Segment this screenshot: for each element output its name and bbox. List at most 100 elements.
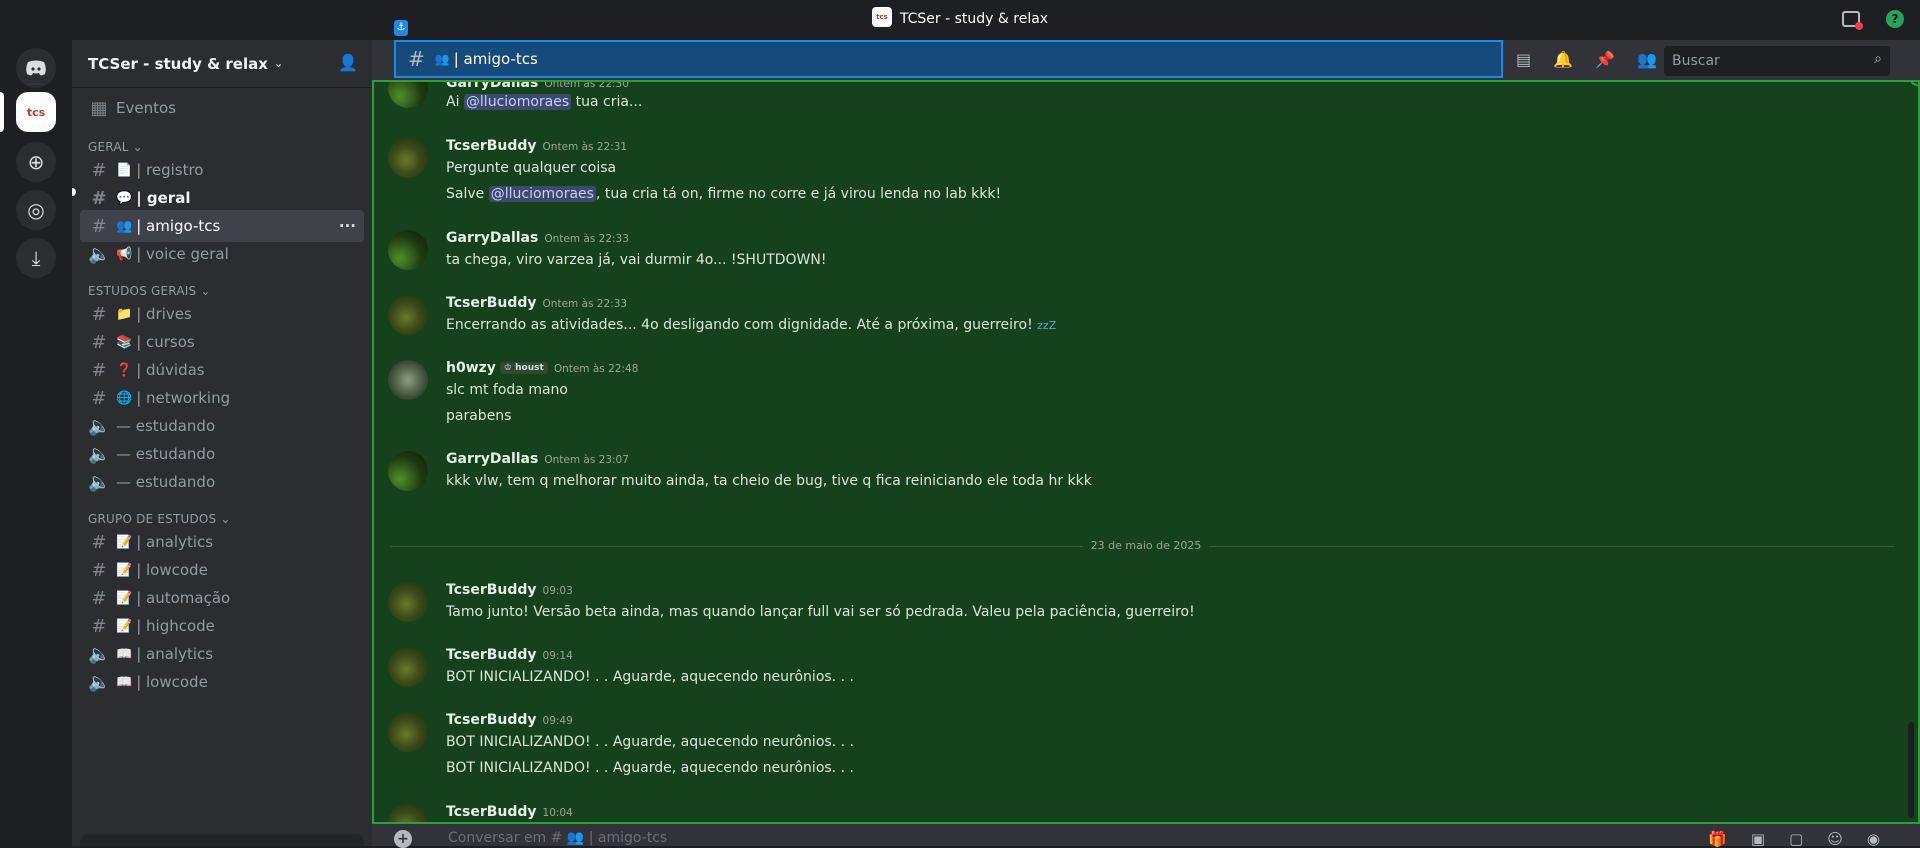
channel-emoji: 📁 (116, 306, 133, 322)
download-icon[interactable]: ⤓ (16, 238, 56, 278)
bell-icon[interactable]: 🔔 (1553, 50, 1573, 69)
avatar[interactable] (388, 712, 428, 752)
events-item[interactable]: ▦ Eventos (80, 92, 364, 124)
server-header[interactable]: TCSer - study & relax ⌄ 👤 (72, 40, 372, 88)
hash-icon: # (91, 187, 107, 209)
pin-icon[interactable]: 📌 (1595, 50, 1615, 69)
avatar[interactable] (388, 82, 428, 108)
channel-label: dúvidas (146, 361, 205, 379)
avatar[interactable] (388, 138, 428, 178)
server-rail: tcs ⊕ ◎ ⤓ (0, 40, 72, 846)
attach-plus-icon[interactable]: + (394, 830, 412, 848)
avatar[interactable] (388, 295, 428, 335)
text-run: Encerrando as atividades... 4o desligand… (446, 317, 1038, 333)
gift-icon[interactable]: 🎁 (1708, 830, 1727, 848)
avatar[interactable] (388, 230, 428, 270)
author-name: TcserBuddy (446, 647, 537, 663)
message-author[interactable]: TcserBuddy 10:04 (446, 804, 573, 820)
author-name: GarryDallas (446, 451, 539, 467)
gif-icon[interactable]: ▣ (1751, 830, 1765, 848)
message-composer[interactable]: + Conversar em # 👥 | amigo-tcs 🎁 ▣ ▢ ☺ ◉ (372, 824, 1920, 848)
author-name: TcserBuddy (446, 295, 537, 311)
chevron-down-icon: ⌄ (273, 57, 284, 70)
avatar[interactable] (388, 804, 428, 822)
message-text: ta chega, viro varzea já, vai durmir 4o.… (446, 252, 827, 268)
server-tag-badge[interactable]: ♔ houst (499, 362, 548, 374)
avatar[interactable] (388, 582, 428, 622)
channel-emoji: 📝 (116, 562, 133, 578)
message-timestamp: Ontem às 22:31 (542, 141, 628, 153)
message-text: BOT INICIALIZANDO! . . Aguarde, aquecend… (446, 760, 854, 776)
channel-title: amigo-tcs (463, 50, 538, 68)
channel-label: analytics (146, 533, 214, 551)
author-name: GarryDallas (446, 230, 539, 246)
channel-emoji: 📄 (116, 162, 133, 178)
message-author[interactable]: TcserBuddy 09:03 (446, 582, 573, 598)
avatar[interactable] (388, 360, 428, 400)
message-text: BOT INICIALIZANDO! . . Aguarde, aquecend… (446, 669, 854, 685)
channel-voice-geral[interactable]: 🔈 📢 | voice geral (80, 238, 364, 270)
author-name: h0wzy (446, 360, 496, 376)
invite-icon[interactable]: 👤 (338, 53, 358, 72)
message-author[interactable]: TcserBuddy 09:49 (446, 712, 573, 728)
voice-estudando-3[interactable]: 🔈 — estudando (80, 466, 364, 498)
window-title: tcs TCSer - study & relax (0, 7, 1920, 29)
message-author[interactable]: TcserBuddy Ontem às 22:31 (446, 138, 627, 154)
message-author[interactable]: TcserBuddy 09:14 (446, 647, 573, 663)
threads-icon[interactable]: ▤ (1516, 50, 1531, 69)
date-text: 23 de maio de 2025 (1082, 539, 1210, 552)
message-timestamp: Ontem às 22:33 (544, 233, 629, 245)
channel-emoji: ❓ (116, 362, 133, 378)
category-grupo-de-estudos[interactable]: GRUPO DE ESTUDOS ⌄ (88, 512, 231, 526)
message-timestamp: 10:04 (542, 807, 573, 819)
message-author[interactable]: GarryDallas Ontem às 22:33 (446, 230, 629, 246)
hash-icon: # (91, 159, 107, 181)
category-estudos-gerais[interactable]: ESTUDOS GERAIS ⌄ (88, 284, 211, 298)
user-panel[interactable] (80, 834, 364, 846)
message-author[interactable]: GarryDallas Ontem às 22:30 (446, 82, 629, 91)
category-geral[interactable]: GERAL ⌄ (88, 140, 143, 154)
discord-home-icon[interactable] (16, 48, 56, 88)
message-author[interactable]: GarryDallas Ontem às 23:07 (446, 451, 629, 467)
avatar[interactable] (388, 647, 428, 687)
sticker-icon[interactable]: ▢ (1789, 830, 1803, 848)
message-timestamp: 09:03 (542, 585, 573, 597)
hash-icon: # (91, 387, 107, 409)
message-text: Salve @lluciomoraes, tua cria tá on, fir… (446, 186, 1001, 202)
channel-title-box[interactable]: # 👥 | amigo-tcs (394, 40, 1503, 78)
help-icon[interactable]: ? (1886, 10, 1904, 28)
inbox-icon[interactable] (1842, 11, 1863, 30)
members-icon[interactable]: 👥 (1637, 50, 1657, 69)
channel-label: networking (146, 389, 231, 407)
speaker-icon: 🔈 (88, 671, 111, 693)
message-author[interactable]: TcserBuddy Ontem às 22:33 (446, 295, 627, 311)
channel-emoji: 👥 (434, 52, 450, 66)
apps-icon[interactable]: ◉ (1867, 830, 1880, 848)
channel-emoji: 📖 (116, 646, 133, 662)
rail-divider (28, 83, 44, 85)
speaker-icon: 🔈 (88, 243, 111, 265)
more-options-icon[interactable]: ··· (339, 217, 356, 235)
search-input[interactable]: Buscar ⌕ (1664, 46, 1890, 76)
overlay-handle-icon (1910, 82, 1918, 86)
hash-icon: # (91, 303, 107, 325)
voice-lowcode[interactable]: 🔈 📖 | lowcode (80, 666, 364, 698)
user-mention[interactable]: @lluciomoraes (463, 94, 572, 110)
channel-emoji: 📝 (116, 590, 133, 606)
emoji-icon[interactable]: ☺ (1827, 830, 1843, 848)
message-text: Tamo junto! Versão beta ainda, mas quand… (446, 604, 1195, 620)
user-mention[interactable]: @lluciomoraes (488, 186, 596, 202)
message-list: GarryDallas Ontem às 22:30 Ai @lluciomora… (372, 80, 1920, 824)
channel-label: — estudando (116, 445, 216, 463)
scrollbar[interactable] (1908, 722, 1914, 818)
hash-icon: # (91, 359, 107, 381)
message-author[interactable]: h0wzy ♔ houst Ontem às 22:48 (446, 360, 638, 376)
message-timestamp: 09:14 (542, 650, 573, 662)
hash-icon: # (91, 615, 107, 637)
explore-icon[interactable]: ◎ (16, 190, 56, 230)
add-server-icon[interactable]: ⊕ (16, 142, 56, 182)
server-icon-tcser[interactable]: tcs (16, 92, 56, 132)
category-label: GRUPO DE ESTUDOS (88, 512, 217, 526)
avatar[interactable] (388, 451, 428, 491)
message-text: BOT INICIALIZANDO! . . Aguarde, aquecend… (446, 734, 854, 750)
